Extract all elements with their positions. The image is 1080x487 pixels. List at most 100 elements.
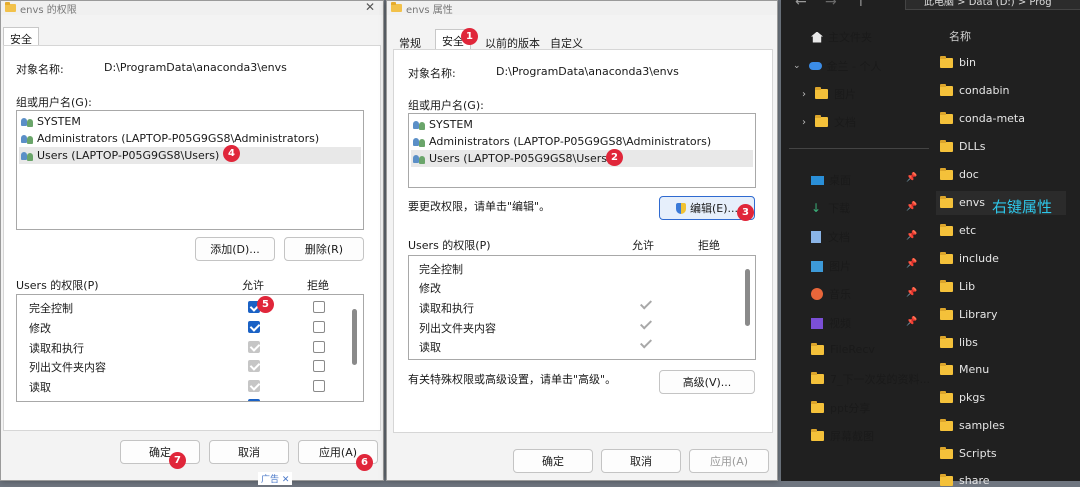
permissions-list[interactable]: 完全控制 修改 读取和执行 列出文件夹内容 读取 写入 xyxy=(16,294,364,402)
cancel-button[interactable]: 取消 xyxy=(209,440,289,464)
file-row-scripts[interactable]: Scripts xyxy=(940,446,997,460)
perm-write: 写入 xyxy=(29,398,51,401)
deny-checkbox-list-folder[interactable] xyxy=(313,360,325,372)
advanced-button[interactable]: 高级(V)... xyxy=(659,370,755,394)
deny-checkbox-read-execute[interactable] xyxy=(313,341,325,353)
nav-item-documents-sub[interactable]: › 文档 xyxy=(802,114,856,130)
object-name-label: 对象名称: xyxy=(16,63,64,76)
nav-item-screenshots[interactable]: 屏幕截图 xyxy=(811,428,874,444)
list-item-system[interactable]: SYSTEM xyxy=(19,113,361,130)
file-row-include[interactable]: include xyxy=(940,251,999,265)
users-icon xyxy=(413,120,426,130)
file-row-libs[interactable]: libs xyxy=(940,335,978,349)
properties-title: envs 属性 xyxy=(406,4,453,16)
properties-titlebar: envs 属性 xyxy=(387,1,777,16)
pin-icon[interactable]: 📌 xyxy=(906,231,917,241)
nav-item-filerecv[interactable]: FileRecv xyxy=(811,342,875,356)
list-item-administrators[interactable]: Administrators (LAPTOP-P05G9GS8\Administ… xyxy=(411,133,753,150)
list-item-system[interactable]: SYSTEM xyxy=(411,116,753,133)
nav-item-desktop[interactable]: 桌面 xyxy=(811,172,851,188)
pin-icon[interactable]: 📌 xyxy=(906,202,917,212)
permissions-panel: 对象名称: D:\ProgramData\anaconda3\envs 组或用户… xyxy=(3,45,381,431)
edit-hint: 要更改权限，请单击"编辑"。 xyxy=(408,200,551,213)
nav-item-pictures[interactable]: 图片 xyxy=(811,258,851,274)
allow-checkbox-list-folder[interactable] xyxy=(248,360,260,372)
user-list[interactable]: SYSTEM Administrators (LAPTOP-P05G9GS8\A… xyxy=(16,110,364,230)
file-row-menu[interactable]: Menu xyxy=(940,362,989,376)
nav-item-documents[interactable]: 文档 xyxy=(811,229,850,245)
nav-item-home[interactable]: 主文件夹 xyxy=(811,29,872,45)
allow-column-header: 允许 xyxy=(632,239,654,252)
perm-full-control: 完全控制 xyxy=(29,302,73,315)
cancel-button[interactable]: 取消 xyxy=(601,449,681,473)
allow-checkbox-read-execute[interactable] xyxy=(248,341,260,353)
list-item-administrators[interactable]: Administrators (LAPTOP-P05G9GS8\Administ… xyxy=(19,130,361,147)
file-row-etc[interactable]: etc xyxy=(940,223,976,237)
folder-icon xyxy=(940,335,953,348)
deny-column-header: 拒绝 xyxy=(307,279,329,292)
folder-icon xyxy=(940,83,953,96)
file-row-dlls[interactable]: DLLs xyxy=(940,139,985,153)
group-label: 组或用户名(G): xyxy=(16,96,92,109)
file-row-bin[interactable]: bin xyxy=(940,55,976,69)
deny-checkbox-read[interactable] xyxy=(313,380,325,392)
security-panel: 对象名称: D:\ProgramData\anaconda3\envs 组或用户… xyxy=(393,49,773,433)
permissions-scrollbar[interactable] xyxy=(352,309,357,365)
nav-item-next-materials[interactable]: 7_下一次发的资料... xyxy=(811,371,931,387)
user-list[interactable]: SYSTEM Administrators (LAPTOP-P05G9GS8\A… xyxy=(408,113,756,188)
file-row-samples[interactable]: samples xyxy=(940,418,1005,432)
deny-checkbox-full-control[interactable] xyxy=(313,301,325,313)
perm-list-folder: 列出文件夹内容 xyxy=(29,361,106,374)
picture-icon xyxy=(811,260,823,272)
close-icon[interactable]: ✕ xyxy=(365,1,375,14)
step-badge-3: 3 xyxy=(737,204,754,221)
nav-item-music[interactable]: 音乐 xyxy=(811,286,851,302)
folder-icon xyxy=(940,446,953,459)
object-name-value: D:\ProgramData\anaconda3\envs xyxy=(496,65,679,78)
file-row-conda-meta[interactable]: conda-meta xyxy=(940,111,1025,125)
file-row-library[interactable]: Library xyxy=(940,307,997,321)
pin-icon[interactable]: 📌 xyxy=(906,173,917,183)
permissions-list[interactable]: 完全控制 修改 读取和执行 列出文件夹内容 读取 写入 xyxy=(408,255,756,360)
nav-up-icon[interactable]: ↑ xyxy=(855,0,867,10)
nav-back-icon[interactable]: ← xyxy=(795,0,807,10)
allow-checkbox-read[interactable] xyxy=(248,380,260,392)
nav-item-ppt-share[interactable]: ppt分享 xyxy=(811,400,870,416)
video-icon xyxy=(811,317,823,329)
address-bar[interactable]: 此电脑 > Data (D:) > Prog xyxy=(905,0,1080,10)
nav-forward-icon[interactable]: → xyxy=(825,0,837,10)
allow-checkbox-write[interactable] xyxy=(248,399,260,401)
ok-button[interactable]: 确定 xyxy=(513,449,593,473)
file-row-lib[interactable]: Lib xyxy=(940,279,975,293)
folder-icon xyxy=(940,195,953,208)
users-icon xyxy=(413,154,426,164)
column-header-name[interactable]: 名称 xyxy=(949,28,971,44)
permissions-title: envs 的权限 xyxy=(20,4,77,16)
list-item-users[interactable]: Users (LAPTOP-P05G9GS8\Users) xyxy=(411,150,753,167)
file-row-pkgs[interactable]: pkgs xyxy=(940,390,985,404)
perm-modify: 修改 xyxy=(29,322,51,335)
deny-checkbox-modify[interactable] xyxy=(313,321,325,333)
pin-icon[interactable]: 📌 xyxy=(906,317,917,327)
folder-icon xyxy=(811,342,824,355)
permissions-scrollbar[interactable] xyxy=(745,269,750,326)
file-row-condabin[interactable]: condabin xyxy=(940,83,1009,97)
allow-checkbox-modify[interactable] xyxy=(248,321,260,333)
list-item-users[interactable]: Users (LAPTOP-P05G9GS8\Users) xyxy=(19,147,361,164)
nav-divider xyxy=(789,148,929,149)
file-row-envs[interactable]: envs xyxy=(940,195,985,209)
pin-icon[interactable]: 📌 xyxy=(906,259,917,269)
folder-icon xyxy=(940,55,953,68)
apply-button[interactable]: 应用(A) xyxy=(689,449,769,473)
ok-button[interactable]: 确定 xyxy=(120,440,200,464)
file-row-doc[interactable]: doc xyxy=(940,167,979,181)
nav-item-pictures-sub[interactable]: › 图片 xyxy=(802,86,856,102)
pin-icon[interactable]: 📌 xyxy=(906,288,917,298)
remove-button[interactable]: 删除(R) xyxy=(284,237,364,261)
nav-item-videos[interactable]: 视频 xyxy=(811,315,851,331)
nav-item-onedrive[interactable]: ⌄ 金兰 - 个人 xyxy=(793,58,882,74)
annotation-right-click-properties: 右键属性 xyxy=(992,198,1053,216)
ad-snippet[interactable]: 广告 ✕ xyxy=(258,472,293,485)
nav-item-downloads[interactable]: ↓ 下载 xyxy=(811,200,850,216)
add-button[interactable]: 添加(D)... xyxy=(195,237,275,261)
